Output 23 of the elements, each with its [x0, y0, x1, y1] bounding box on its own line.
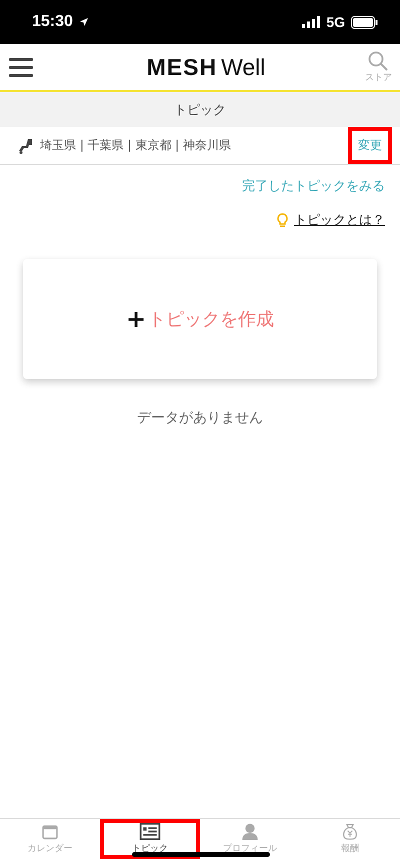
tab-bar-item[interactable]: 報酬	[300, 819, 400, 859]
id-card-icon	[138, 823, 162, 840]
network-label: 5G	[326, 14, 345, 30]
store-button[interactable]: ストア	[364, 50, 392, 84]
section-title: トピック	[0, 92, 400, 127]
search-icon	[368, 50, 388, 70]
topic-help-link[interactable]: トピックとは？	[294, 211, 385, 229]
empty-message: データがありません	[136, 409, 264, 427]
tab-bar-item[interactable]: プロフィール	[200, 819, 300, 859]
logo-text: MESH	[146, 54, 218, 80]
lightbulb-icon	[277, 212, 288, 228]
battery-icon	[351, 16, 378, 28]
tab-bar-item[interactable]: カレンダー	[0, 819, 100, 859]
create-topic-button[interactable]: +トピックを作成	[23, 259, 377, 379]
completed-topics-link[interactable]: 完了したトピックをみる	[242, 177, 385, 195]
train-seat-icon	[18, 138, 34, 154]
change-button[interactable]: 変更	[348, 127, 392, 164]
logo-text: Well	[221, 54, 266, 80]
signal-icon	[302, 16, 320, 28]
menu-icon[interactable]	[9, 57, 33, 77]
location-arrow-icon	[78, 17, 89, 27]
region-list: 埼玉県 | 千葉県 | 東京都 | 神奈川県	[40, 137, 232, 154]
status-time: 15:30	[32, 13, 73, 31]
